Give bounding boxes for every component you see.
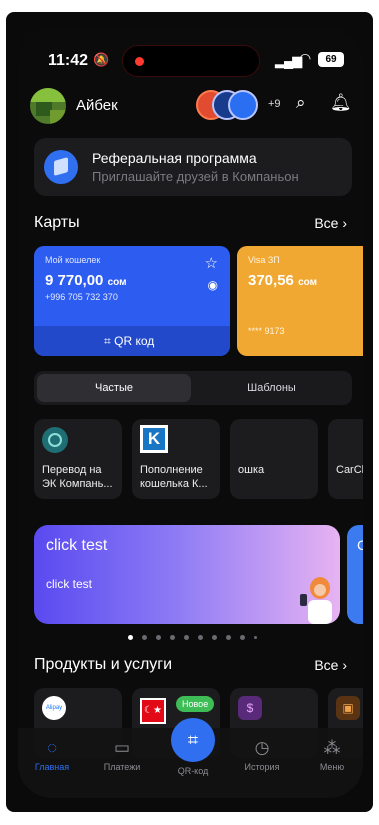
carousel-dots [128,634,268,642]
notification-bell-icon[interactable]: 🔔︎ [330,93,352,113]
tab-home[interactable]: ◌ Главная [22,738,82,772]
k-logo-icon: K [140,425,168,453]
qr-code-button[interactable]: ⌗ QR код [34,326,230,356]
phone-screen: 11:42 🔕 ▂▄▆ ◠ 69 Айбек +9 ⌕ 🔔︎ Реферальн… [18,28,363,798]
battery-indicator: 69 [318,52,344,67]
promo-banner-next[interactable]: С [347,525,363,624]
search-icon[interactable]: ⌕ [296,93,306,113]
quick-tile-wallet-topup[interactable]: K Пополнение кошелька К... [132,419,220,499]
dynamic-island [122,45,260,77]
visa-card[interactable]: Visa ЗП 370,56 сом **** 9173 [237,246,363,356]
username[interactable]: Айбек [76,97,118,114]
banner-subtitle: click test [46,577,93,591]
products-all-link[interactable]: Все › [314,657,347,673]
recording-dot-icon [135,57,144,66]
visibility-eye-icon[interactable]: ◉ [208,278,218,292]
quick-tile-carch[interactable]: CarCh [328,419,363,499]
tab-payments[interactable]: ▭ Платежи [92,738,152,772]
home-icon: ◌ [46,738,58,757]
person-illustration [300,577,332,624]
alipay-icon: Alipay [42,696,66,720]
cards-all-link[interactable]: Все › [314,215,347,231]
wallet-card[interactable]: Мой кошелек 9 770,00 сом +996 705 732 37… [34,246,230,356]
referral-subtitle: Приглашайте друзей в Компаньон [92,169,299,184]
card-label: Visa ЗП [248,255,280,265]
stories-strip[interactable] [196,90,266,122]
avatar[interactable] [30,88,66,124]
turkey-flag-icon: ☾★ [140,698,166,724]
favorite-star-icon[interactable]: ☆ [205,254,218,272]
cards-section-title: Карты [34,214,80,231]
quick-tile-partial[interactable]: ошка [230,419,318,499]
qr-icon: ⌗ [187,730,199,750]
qr-scan-button[interactable]: ⌗ [171,718,215,762]
card-phone: +996 705 732 370 [45,292,118,302]
card-label: Мой кошелек [45,255,101,265]
promo-banner[interactable]: click test click test [34,525,340,624]
wallet-icon: ▭ [113,738,131,757]
clock-icon: ◷ [254,738,270,757]
referral-title: Реферальная программа [92,150,257,166]
header: Айбек +9 ⌕ 🔔︎ [18,88,363,132]
card-number: **** 9173 [248,326,285,336]
new-badge: Новое [176,696,215,712]
banner-title: click test [46,537,108,554]
qr-code-label: QR код [114,334,155,348]
tab-qr-label: QR-код [177,766,209,776]
status-bar: 11:42 🔕 ▂▄▆ ◠ 69 [18,28,363,88]
card-balance: 370,56 сом [248,272,317,289]
product-icon: ▣ [336,696,360,720]
wifi-icon: ◠ [299,50,312,66]
story-avatar[interactable] [228,90,258,120]
status-time: 11:42 [48,52,89,69]
tab-frequent[interactable]: Частые [37,374,191,402]
money-bag-icon: $ [238,696,262,720]
grid-menu-icon: ⁂ [323,738,341,757]
card-balance: 9 770,00 сом [45,272,127,289]
referral-box-icon [44,150,78,184]
products-section-title: Продукты и услуги [34,656,173,673]
referral-banner[interactable]: Реферальная программа Приглашайте друзей… [34,138,352,196]
stories-more-count[interactable]: +9 [268,98,281,110]
tab-history[interactable]: ◷ История [232,738,292,772]
tab-templates[interactable]: Шаблоны [194,374,349,402]
qr-scan-icon: ⌗ [104,334,111,348]
segmented-control: Частые Шаблоны [34,371,352,405]
signal-icon: ▂▄▆ [275,53,302,68]
quick-tile-ek-transfer[interactable]: Перевод на ЭК Компань... [34,419,122,499]
tab-menu[interactable]: ⁂ Меню [302,738,362,772]
ek-kompanion-icon [42,427,68,453]
silent-mode-icon: 🔕 [93,52,110,67]
